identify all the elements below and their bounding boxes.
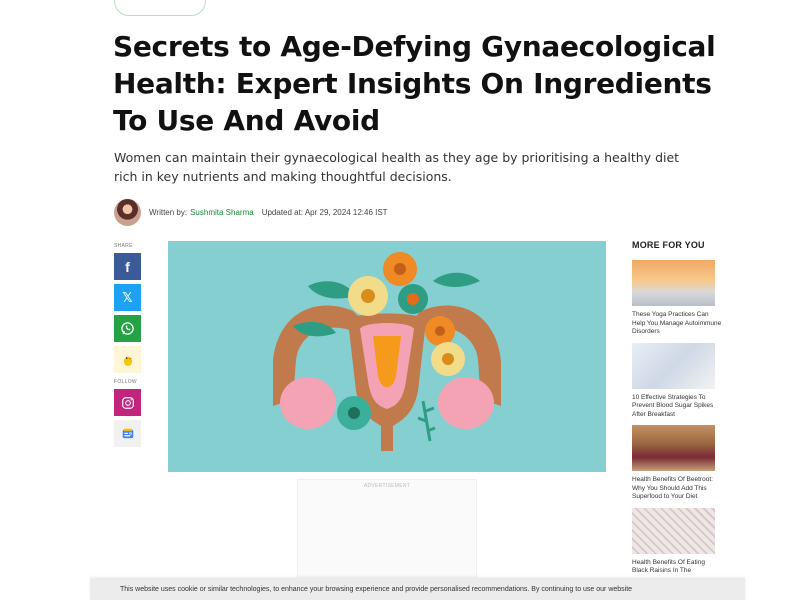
article-thumbnail[interactable] [632, 425, 715, 471]
teal-flower-bottom [337, 396, 371, 430]
cookie-consent-bar: This website uses cookie or similar tech… [90, 578, 745, 600]
article-thumbnail[interactable] [632, 260, 715, 306]
advertisement-label: ADVERTISEMENT [363, 483, 411, 489]
author-link[interactable]: Sushmita Sharma [190, 208, 254, 217]
whatsapp-icon [121, 322, 134, 335]
facebook-icon: f [125, 258, 130, 275]
share-column: SHARE f 𝕏 FOLLOW G [114, 243, 142, 451]
related-article-title[interactable]: 10 Effective Strategies To Prevent Blood… [632, 394, 722, 420]
related-article-card[interactable]: Health Benefits Of Beetroot: Why You Sho… [632, 425, 722, 502]
updated-timestamp: Updated at: Apr 29, 2024 12:46 IST [261, 207, 388, 217]
koo-icon [123, 356, 132, 366]
google-news-icon: G [122, 428, 133, 438]
orange-flower-top [383, 252, 417, 286]
related-article-title[interactable]: Health Benefits Of Eating Black Raisins … [632, 559, 722, 576]
cookie-consent-text: This website uses cookie or similar tech… [120, 586, 633, 593]
category-pill[interactable] [114, 0, 206, 16]
written-by-label: Written by: [149, 207, 188, 217]
instagram-follow-button[interactable] [114, 389, 141, 416]
related-article-card[interactable]: Health Benefits Of Eating Black Raisins … [632, 507, 722, 576]
related-article-card[interactable]: These Yoga Practices Can Help You Manage… [632, 260, 722, 337]
related-article-title[interactable]: Health Benefits Of Beetroot: Why You Sho… [632, 476, 722, 502]
google-news-follow-button[interactable]: G [114, 420, 141, 447]
facebook-share-button[interactable]: f [114, 253, 141, 280]
more-for-you-sidebar: MORE FOR YOU These Yoga Practices Can He… [632, 240, 722, 582]
hero-image [168, 241, 606, 472]
follow-label: FOLLOW [114, 379, 137, 385]
instagram-icon [121, 396, 134, 409]
cream-flower-right [431, 342, 465, 376]
x-icon: 𝕏 [122, 289, 133, 305]
koo-share-button[interactable] [114, 346, 141, 373]
orange-flower-right [425, 316, 455, 346]
svg-text:G: G [129, 431, 132, 435]
share-label: SHARE [114, 243, 133, 249]
article-thumbnail[interactable] [632, 507, 715, 554]
article-title: Secrets to Age-Defying Gynaecological He… [113, 30, 716, 137]
teal-flower [398, 284, 428, 314]
byline: Written by: Sushmita Sharma Updated at: … [114, 198, 388, 226]
related-article-card[interactable]: 10 Effective Strategies To Prevent Blood… [632, 342, 722, 420]
uterus-illustration [168, 241, 606, 472]
author-avatar[interactable] [114, 198, 141, 226]
cream-flower-left [348, 276, 388, 316]
related-article-title[interactable]: These Yoga Practices Can Help You Manage… [632, 311, 722, 337]
whatsapp-share-button[interactable] [114, 315, 141, 342]
x-share-button[interactable]: 𝕏 [114, 284, 141, 311]
article-thumbnail[interactable] [632, 342, 715, 389]
more-for-you-title: MORE FOR YOU [632, 240, 705, 250]
article-summary: Women can maintain their gynaecological … [114, 150, 680, 184]
